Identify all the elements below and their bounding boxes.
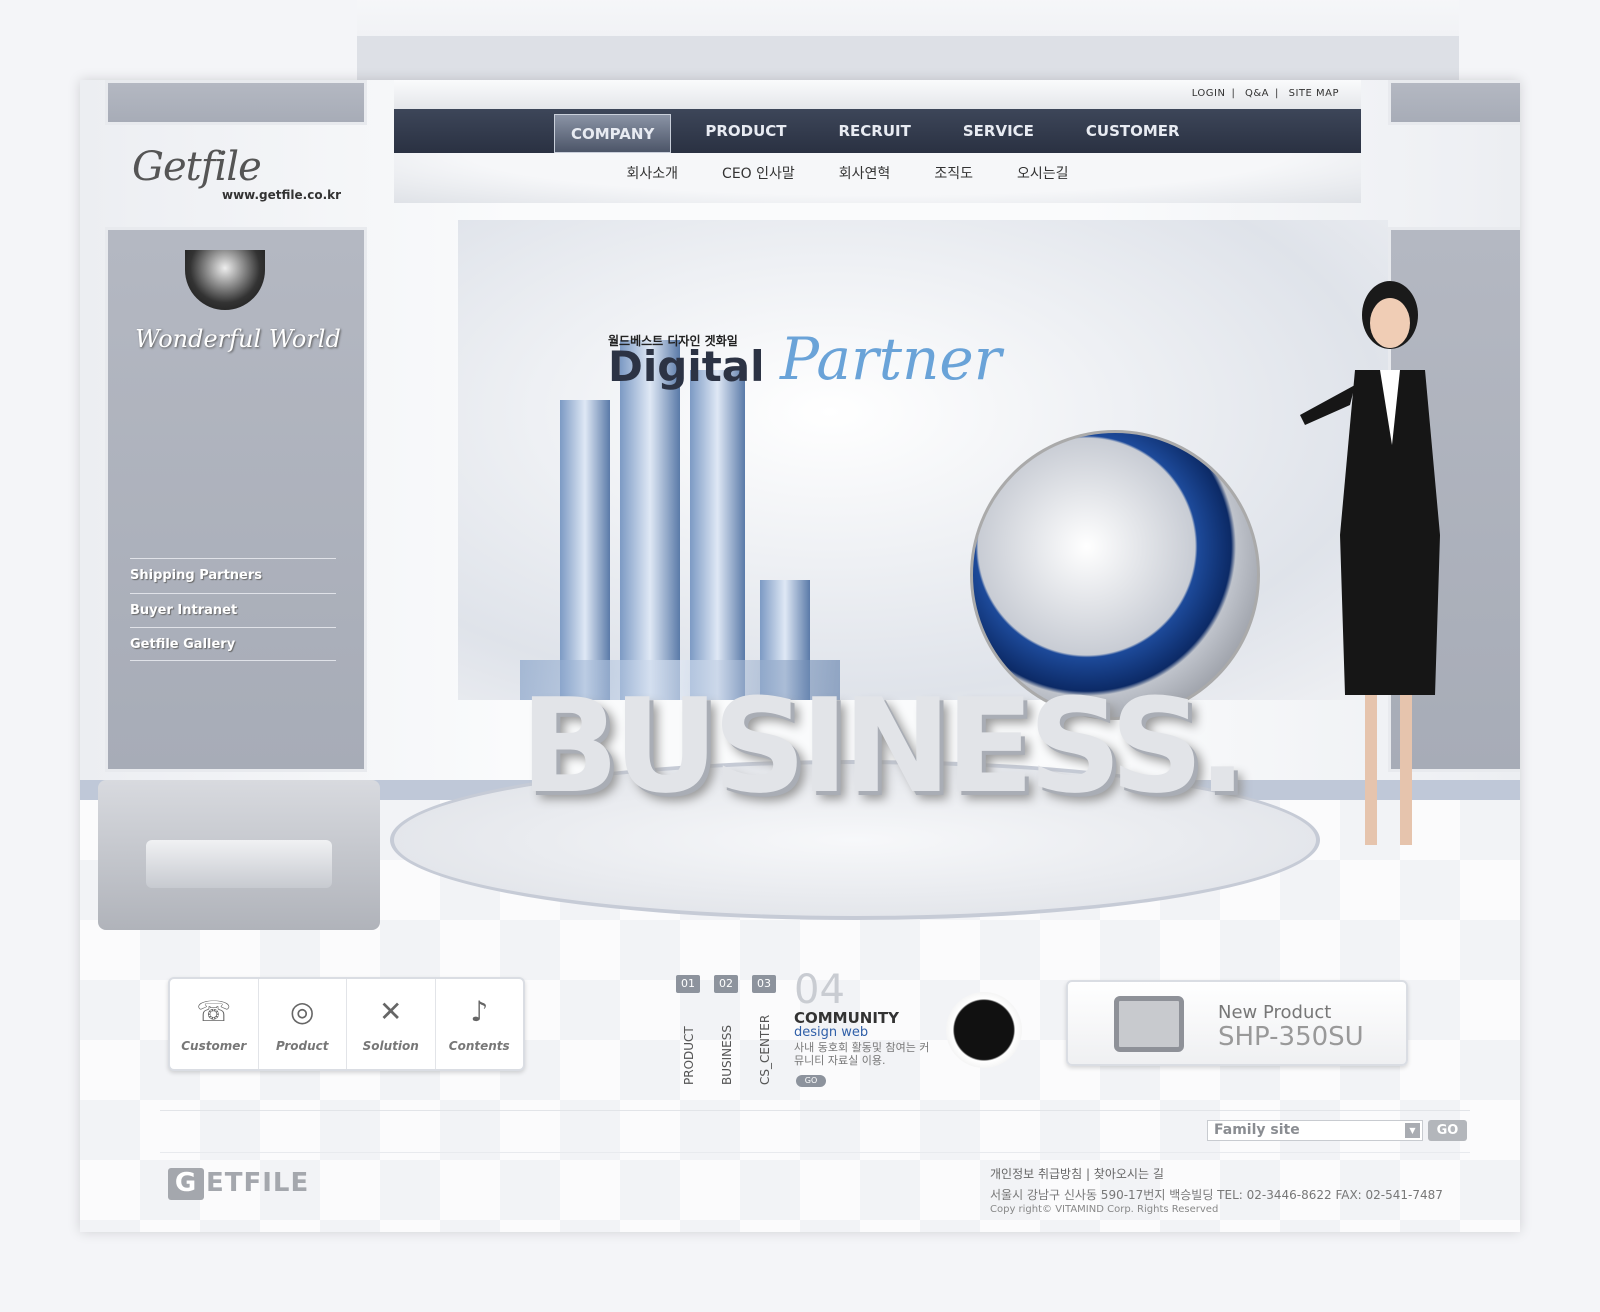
background-ghost-nav bbox=[357, 36, 1459, 80]
subnav-directions[interactable]: 오시는길 bbox=[1017, 163, 1069, 203]
hero-title-script: Partner bbox=[780, 325, 1002, 393]
community-go-button[interactable]: GO bbox=[796, 1075, 826, 1087]
subnav-history[interactable]: 회사연혁 bbox=[839, 163, 891, 203]
subnav-org[interactable]: 조직도 bbox=[934, 163, 973, 203]
quick-product[interactable]: ◎ Product bbox=[259, 979, 347, 1069]
nav-customer[interactable]: CUSTOMER bbox=[1064, 109, 1210, 153]
family-site-value: Family site bbox=[1214, 1122, 1300, 1138]
logo-text: Getfile bbox=[132, 144, 262, 190]
left-panel bbox=[105, 227, 367, 772]
new-product-model: SHP-350SU bbox=[1218, 1022, 1364, 1052]
qna-link[interactable]: Q&A bbox=[1245, 88, 1269, 99]
top-links: LOGIN | Q&A | SITE MAP bbox=[1191, 88, 1339, 99]
nav-service[interactable]: SERVICE bbox=[941, 109, 1064, 153]
sidebar-item-shipping-partners[interactable]: Shipping Partners bbox=[130, 558, 336, 592]
footer-logo: G ETFILE bbox=[168, 1168, 309, 1200]
tab-04[interactable]: 04 bbox=[794, 967, 845, 1013]
footer-copyright: Copy right© VITAMIND Corp. Rights Reserv… bbox=[990, 1204, 1219, 1215]
new-product-banner[interactable]: New Product SHP-350SU bbox=[1066, 980, 1408, 1066]
logo-url: www.getfile.co.kr bbox=[222, 188, 342, 202]
divider bbox=[160, 1110, 1470, 1111]
new-product-label: New Product bbox=[1218, 1002, 1332, 1023]
tab-product-label[interactable]: PRODUCT bbox=[682, 1026, 696, 1085]
sub-nav: 회사소개 CEO 인사말 회사연혁 조직도 오시는길 bbox=[394, 153, 1361, 203]
family-site-go-button[interactable]: GO bbox=[1428, 1120, 1467, 1141]
phone-icon: ☏ bbox=[196, 995, 232, 1028]
banner-title: Wonderful World bbox=[135, 325, 341, 353]
music-note-icon: ♪ bbox=[470, 995, 489, 1028]
login-link[interactable]: LOGIN bbox=[1192, 88, 1226, 99]
tab-business-label[interactable]: BUSINESS bbox=[720, 1025, 734, 1085]
divider bbox=[160, 1152, 1470, 1153]
nav-product[interactable]: PRODUCT bbox=[683, 109, 816, 153]
subnav-ceo[interactable]: CEO 인사말 bbox=[722, 163, 795, 203]
logo[interactable]: Getfile www.getfile.co.kr bbox=[132, 144, 362, 214]
sitemap-link[interactable]: SITE MAP bbox=[1289, 88, 1339, 99]
chevron-down-icon[interactable]: ▼ bbox=[1405, 1123, 1420, 1138]
tab-01[interactable]: 01 bbox=[676, 975, 700, 993]
sofa-image bbox=[98, 780, 380, 930]
nav-recruit[interactable]: RECRUIT bbox=[817, 109, 941, 153]
nav-company[interactable]: COMPANY bbox=[554, 114, 672, 153]
page-frame: Getfile www.getfile.co.kr Wonderful Worl… bbox=[80, 80, 1520, 1232]
quick-contents[interactable]: ♪ Contents bbox=[436, 979, 524, 1069]
sidebar-item-buyer-intranet[interactable]: Buyer Intranet bbox=[130, 593, 336, 627]
businesswoman-image bbox=[1300, 281, 1440, 845]
coffee-cup-image bbox=[946, 992, 1022, 1068]
quick-customer[interactable]: ☏ Customer bbox=[170, 979, 259, 1069]
section-tabs: 01 02 03 PRODUCT BUSINESS CS_CENTER 04 C… bbox=[676, 967, 976, 1175]
quick-solution[interactable]: ✕ Solution bbox=[347, 979, 436, 1069]
business-3d-text: BUSINESS. bbox=[520, 670, 1247, 822]
community-subtitle: design web bbox=[794, 1025, 869, 1040]
footer-links[interactable]: 개인정보 취급방침 | 찾아오시는 길 bbox=[990, 1165, 1164, 1182]
hero-title-bold: Digital bbox=[608, 342, 765, 391]
top-bar: LOGIN | Q&A | SITE MAP bbox=[394, 80, 1361, 109]
family-site-select[interactable]: Family site ▼ bbox=[1207, 1120, 1423, 1141]
tab-02[interactable]: 02 bbox=[714, 975, 738, 993]
tools-icon: ✕ bbox=[379, 995, 403, 1028]
subnav-company-intro[interactable]: 회사소개 bbox=[627, 163, 679, 203]
quick-links: ☏ Customer ◎ Product ✕ Solution ♪ Contents bbox=[168, 977, 525, 1071]
footer-address: 서울시 강남구 신사동 590-17번지 백승빌딩 TEL: 02-3446-8… bbox=[990, 1188, 1443, 1202]
target-icon: ◎ bbox=[290, 995, 315, 1028]
main-nav: COMPANY PRODUCT RECRUIT SERVICE CUSTOMER bbox=[394, 109, 1361, 153]
laptop-icon bbox=[1114, 996, 1184, 1052]
right-panel-top bbox=[1388, 80, 1520, 125]
tab-03[interactable]: 03 bbox=[752, 975, 776, 993]
sidebar-item-getfile-gallery[interactable]: Getfile Gallery bbox=[130, 627, 336, 661]
community-desc: 사내 동호회 활동및 참여는 커뮤니티 자료실 이용. bbox=[794, 1041, 930, 1067]
left-panel-top bbox=[105, 80, 367, 125]
tab-cs-center-label[interactable]: CS_CENTER bbox=[758, 1015, 772, 1085]
